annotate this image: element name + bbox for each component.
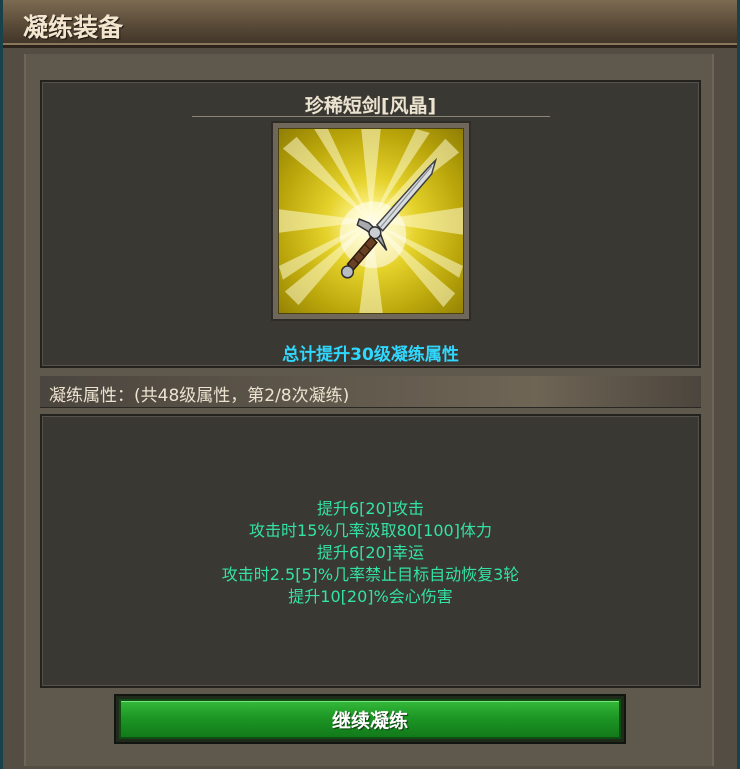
refine-attributes-panel: 提升6[20]攻击 攻击时15%几率汲取80[100]体力 提升6[20]幸运 … [40,414,701,688]
attribute-line: 提升10[20]%会心伤害 [288,587,453,606]
title-bar: 凝练装备 [3,0,737,48]
short-sword-icon [278,128,464,314]
attribute-list: 提升6[20]攻击 攻击时15%几率汲取80[100]体力 提升6[20]幸运 … [42,498,699,608]
continue-refine-button[interactable]: 继续凝练 [119,699,621,739]
attribute-line: 提升6[20]攻击 [316,499,425,518]
total-refine-bonus: 总计提升30级凝练属性 [282,345,459,365]
attribute-line: 攻击时2.5[5]%几率禁止目标自动恢复3轮 [221,565,520,584]
window-title: 凝练装备 [23,13,124,42]
item-name: 珍稀短剑[风晶] [304,95,437,117]
refine-attributes-header: 凝练属性：(共48级属性，第2/8次凝练) [40,376,701,408]
item-panel: 珍稀短剑[风晶] 总计提升30级凝练属性 [40,80,701,368]
continue-refine-button-frame: 继续凝练 [114,694,626,744]
refine-attributes-summary: 凝练属性：(共48级属性，第2/8次凝练) [49,386,350,406]
item-slot[interactable] [271,121,471,321]
name-divider [192,116,550,117]
attribute-line: 攻击时15%几率汲取80[100]体力 [249,521,492,540]
refine-equipment-window: 凝练装备 珍稀短剑[风晶] 总计提升30级凝练属性 凝练属性：(共48级属性，第… [0,0,740,769]
attribute-line: 提升6[20]幸运 [316,543,425,562]
